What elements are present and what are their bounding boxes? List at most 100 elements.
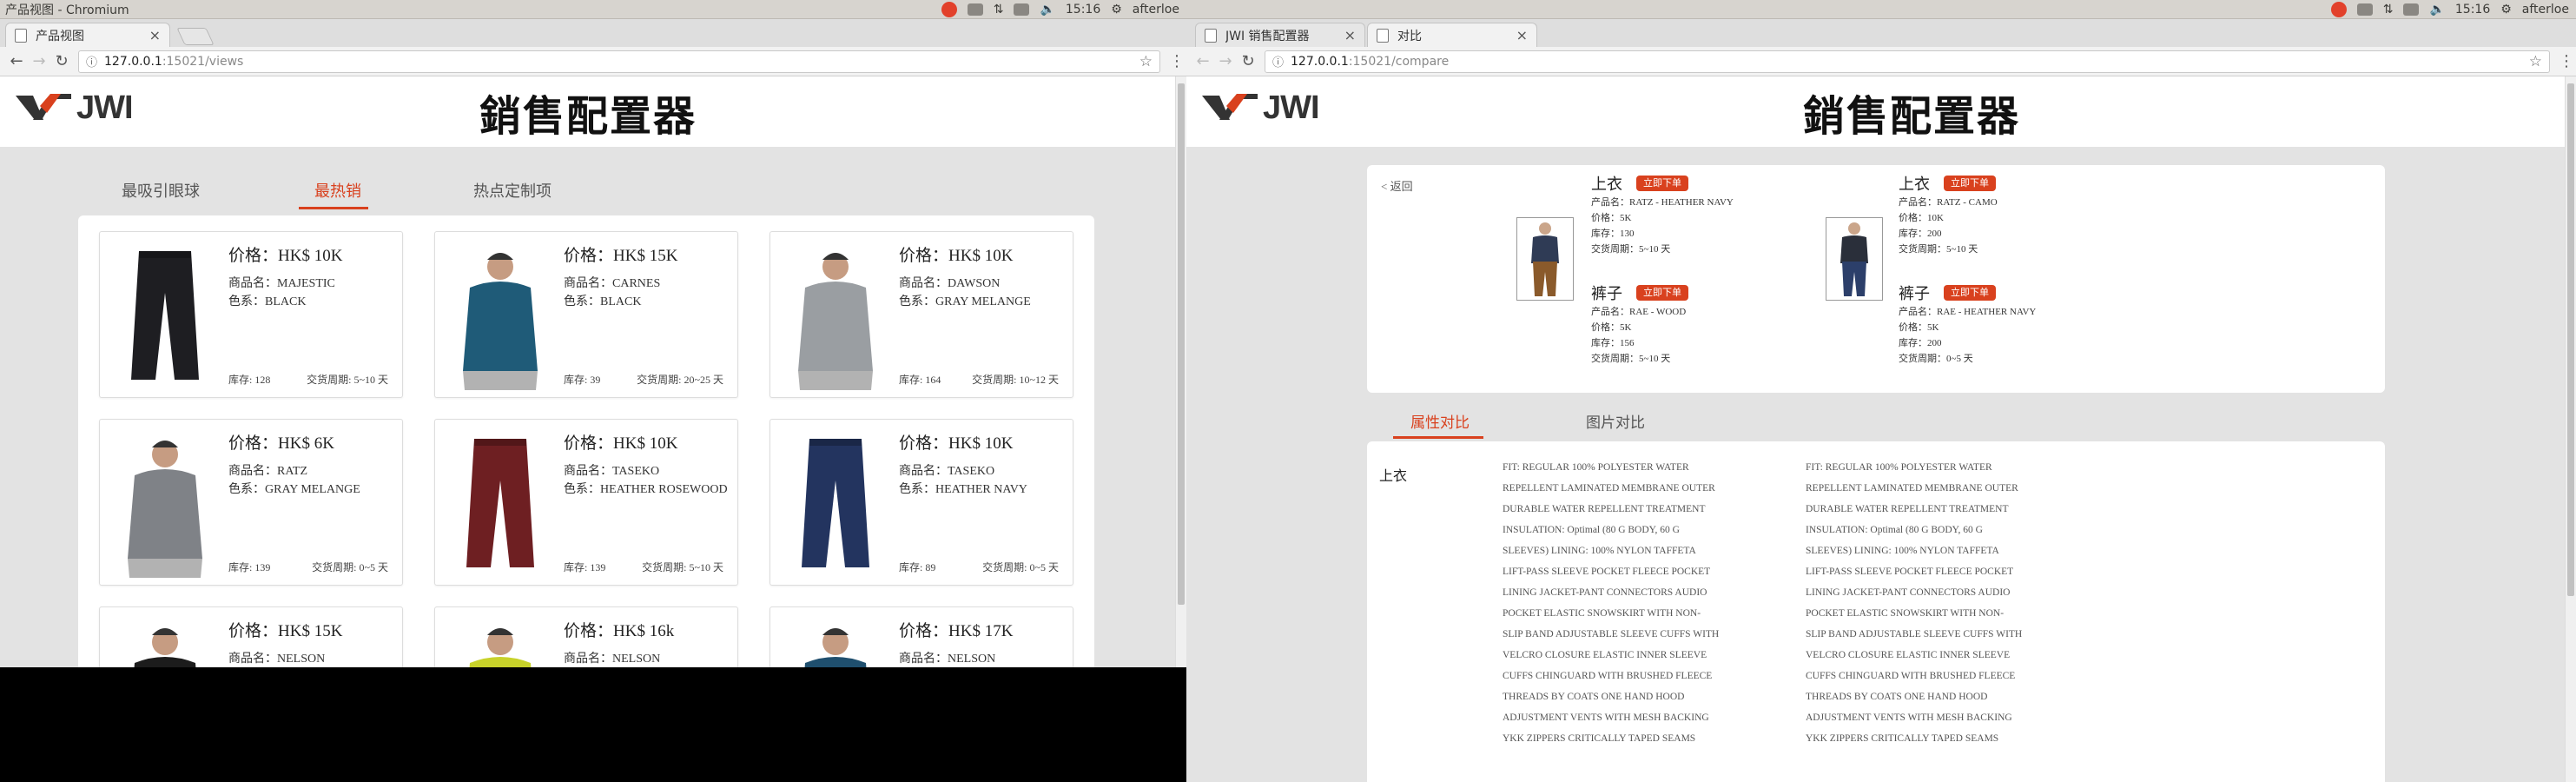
product-name: 商品名：CARNES xyxy=(564,277,661,290)
outfit-thumbnail[interactable] xyxy=(1826,217,1883,301)
brand-name: JWI xyxy=(1263,89,1320,126)
notification-icon[interactable] xyxy=(2330,1,2347,17)
new-tab-button[interactable] xyxy=(176,28,215,45)
system-tray: ⇅ 🔈 15:16 ⚙ afterloe xyxy=(941,1,1186,17)
back-arrow-icon[interactable]: ← xyxy=(5,52,28,70)
attribute-section-label: 上衣 xyxy=(1379,467,1408,484)
product-card[interactable]: 价格：HK$ 10K 商品名：TASEKO 色系：HEATHER ROSEWOOD 库… xyxy=(434,419,738,586)
product-card[interactable]: 价格：HK$ 6K 商品名：RATZ 色系：GRAY MELANGE 库存: 139 交… xyxy=(99,419,403,586)
product-card[interactable]: 价格：HK$ 15K 商品名：CARNES 色系：BLACK 库存: 39 交货周期: … xyxy=(434,231,738,398)
clock[interactable]: 15:16 xyxy=(2455,3,2490,17)
user-name[interactable]: afterloe xyxy=(2522,3,2569,17)
info-icon[interactable]: ⓘ xyxy=(1272,53,1284,70)
battery-icon[interactable] xyxy=(2403,3,2420,16)
network-icon[interactable]: ⇅ xyxy=(994,3,1004,17)
reload-icon[interactable]: ↻ xyxy=(50,52,73,70)
jwi-logo[interactable]: JWI xyxy=(16,89,134,127)
tab-attribute-compare[interactable]: 属性对比 xyxy=(1410,410,1470,432)
order-now-button[interactable]: 立即下单 xyxy=(1944,176,1996,191)
menu-icon[interactable]: ⋮ xyxy=(1167,52,1186,70)
product-card[interactable]: 价格：HK$ 10K 商品名：MAJESTIC 色系：BLACK 库存: 128 交货周… xyxy=(99,231,403,398)
product-price: 价格：HK$ 16k xyxy=(564,622,675,640)
product-image[interactable] xyxy=(444,428,557,578)
product-stock: 库存: 39 xyxy=(564,374,601,386)
network-icon[interactable]: ⇅ xyxy=(2383,3,2394,17)
product-card[interactable]: 价格：HK$ 10K 商品名：DAWSON 色系：GRAY MELANGE 库存: 1… xyxy=(769,231,1073,398)
notification-icon[interactable] xyxy=(941,1,957,17)
attribute-line: FIT: REGULAR 100% POLYESTER WATER xyxy=(1806,462,1992,473)
forward-arrow-icon[interactable]: → xyxy=(1214,52,1237,70)
part-label: 上衣 xyxy=(1899,176,1930,194)
tab-hot-custom[interactable]: 热点定制项 xyxy=(473,179,552,202)
order-now-button[interactable]: 立即下单 xyxy=(1944,285,1996,301)
forward-arrow-icon[interactable]: → xyxy=(28,52,50,70)
tab-best-selling[interactable]: 最热销 xyxy=(314,179,361,202)
tab-strip: JWI 销售配置器 × 对比 × xyxy=(1186,19,2576,47)
url-path: :15021/compare xyxy=(1348,54,1450,69)
bookmark-star-icon[interactable]: ☆ xyxy=(1139,53,1153,70)
tab-image-compare[interactable]: 图片对比 xyxy=(1586,410,1645,432)
dropbox-icon[interactable] xyxy=(2356,3,2373,16)
product-card[interactable]: 价格：HK$ 16k商品名：NELSON色系：SULPHUR xyxy=(434,606,738,667)
menu-icon[interactable]: ⋮ xyxy=(2557,52,2576,70)
settings-icon[interactable]: ⚙ xyxy=(1111,3,1122,17)
product-grid: 价格：HK$ 10K 商品名：MAJESTIC 色系：BLACK 库存: 128 交货周… xyxy=(78,215,1094,667)
scrollbar-thumb[interactable] xyxy=(1178,83,1185,605)
product-image[interactable] xyxy=(779,428,892,578)
outfit-thumbnail[interactable] xyxy=(1516,217,1574,301)
order-now-button[interactable]: 立即下单 xyxy=(1636,176,1688,191)
part-label: 上衣 xyxy=(1591,176,1622,194)
attribute-column-2: FIT: REGULAR 100% POLYESTER WATER REPELLE… xyxy=(1806,457,2075,749)
close-icon[interactable]: × xyxy=(1344,27,1356,43)
product-card[interactable]: 价格：HK$ 10K 商品名：TASEKO 色系：HEATHER NAVY 库存: 8… xyxy=(769,419,1073,586)
back-link[interactable]: < 返回 xyxy=(1381,177,1413,194)
tab-product-view[interactable]: 产品视图 × xyxy=(5,23,170,47)
close-icon[interactable]: × xyxy=(1516,27,1528,43)
jwi-logo[interactable]: JWI xyxy=(1202,89,1320,127)
scrollbar[interactable] xyxy=(2565,76,2576,782)
attribute-line: VELCRO CLOSURE ELASTIC INNER SLEEVE xyxy=(1503,650,1707,660)
clock[interactable]: 15:16 xyxy=(1066,3,1100,17)
tab-jwi-configurator[interactable]: JWI 销售配置器 × xyxy=(1195,23,1365,47)
volume-icon[interactable]: 🔈 xyxy=(1040,3,1054,17)
address-bar[interactable]: ⓘ 127.0.0.1 :15021/views ☆ xyxy=(78,50,1160,73)
scrollbar-thumb[interactable] xyxy=(2567,83,2574,596)
product-color: 色系：GRAY MELANGE xyxy=(899,295,1031,308)
page-icon xyxy=(15,28,27,43)
product-image[interactable] xyxy=(444,616,557,667)
product-image[interactable] xyxy=(109,241,221,390)
product-image[interactable] xyxy=(779,241,892,390)
product-price: 价格：HK$ 15K xyxy=(228,622,343,640)
product-image[interactable] xyxy=(109,616,221,667)
attribute-line: THREADS BY COATS ONE HAND HOOD xyxy=(1806,692,1988,702)
product-price: 价格：HK$ 15K xyxy=(564,247,678,265)
product-card[interactable]: 价格：HK$ 17K商品名：NELSON色系：NAVY xyxy=(769,606,1073,667)
close-icon[interactable]: × xyxy=(149,27,161,43)
product-card[interactable]: 价格：HK$ 15K商品名：NELSON色系：BLACK xyxy=(99,606,403,667)
tab-most-eye-catching[interactable]: 最吸引眼球 xyxy=(122,179,200,202)
product-image[interactable] xyxy=(444,241,557,390)
product-stock: 库存：130 xyxy=(1591,229,1635,239)
outfit-top xyxy=(1840,235,1868,263)
product-color: 色系：BLACK xyxy=(228,295,307,308)
product-name: 产品名：RATZ - CAMO xyxy=(1899,197,1998,208)
product-image[interactable] xyxy=(109,428,221,578)
product-name: 商品名：NELSON xyxy=(899,653,996,666)
bookmark-star-icon[interactable]: ☆ xyxy=(2529,53,2542,70)
attribute-column-1: FIT: REGULAR 100% POLYESTER WATER REPELLE… xyxy=(1503,457,1772,749)
user-name[interactable]: afterloe xyxy=(1133,3,1179,17)
tab-compare[interactable]: 对比 × xyxy=(1367,23,1537,47)
order-now-button[interactable]: 立即下单 xyxy=(1636,285,1688,301)
settings-icon[interactable]: ⚙ xyxy=(2500,3,2512,17)
back-arrow-icon[interactable]: ← xyxy=(1192,52,1214,70)
product-image[interactable] xyxy=(779,616,892,667)
volume-icon[interactable]: 🔈 xyxy=(2429,3,2444,17)
address-bar[interactable]: ⓘ 127.0.0.1 :15021/compare ☆ xyxy=(1265,50,2550,73)
dropbox-icon[interactable] xyxy=(967,3,983,16)
info-icon[interactable]: ⓘ xyxy=(86,53,97,70)
battery-icon[interactable] xyxy=(1014,3,1030,16)
reload-icon[interactable]: ↻ xyxy=(1237,52,1259,70)
product-color: 色系：HEATHER ROSEWOOD xyxy=(564,483,728,496)
scrollbar[interactable] xyxy=(1175,76,1186,667)
product-lead-time: 交货周期：0~5 天 xyxy=(1899,354,1973,364)
